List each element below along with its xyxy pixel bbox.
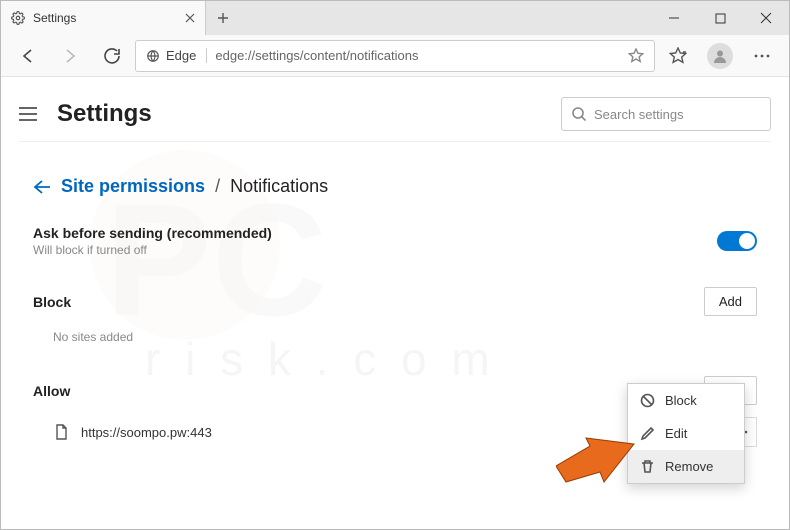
ask-title: Ask before sending (recommended)	[33, 225, 272, 241]
favorites-button[interactable]	[659, 37, 697, 75]
more-menu-button[interactable]	[743, 37, 781, 75]
menu-item-remove[interactable]: Remove	[628, 450, 744, 483]
ask-subtitle: Will block if turned off	[33, 243, 272, 257]
site-context-menu: Block Edit Remove	[627, 383, 745, 484]
divider	[19, 141, 771, 142]
tab-title: Settings	[33, 11, 76, 25]
browser-tab-settings[interactable]: Settings	[1, 1, 206, 35]
maximize-button[interactable]	[697, 1, 743, 35]
ask-before-sending-section: Ask before sending (recommended) Will bl…	[33, 219, 757, 263]
new-tab-button[interactable]	[206, 1, 240, 35]
menu-item-edit[interactable]: Edit	[628, 417, 744, 450]
search-settings-input[interactable]: Search settings	[561, 97, 771, 131]
address-bar[interactable]: Edge edge://settings/content/notificatio…	[135, 40, 655, 72]
ask-toggle[interactable]	[717, 231, 757, 251]
url-text: edge://settings/content/notifications	[215, 48, 418, 63]
close-tab-icon[interactable]	[185, 13, 195, 23]
back-arrow-icon[interactable]	[33, 180, 51, 194]
page-title: Settings	[57, 100, 545, 128]
breadcrumb-current: Notifications	[230, 176, 328, 197]
block-empty-text: No sites added	[33, 322, 757, 352]
favorite-icon[interactable]	[628, 48, 644, 64]
trash-icon	[640, 459, 655, 474]
document-icon	[53, 424, 69, 440]
titlebar: Settings	[1, 1, 789, 35]
site-identity: Edge	[146, 48, 207, 63]
breadcrumb-sep: /	[215, 176, 220, 197]
breadcrumb: Site permissions / Notifications	[33, 176, 757, 197]
close-window-button[interactable]	[743, 1, 789, 35]
profile-button[interactable]	[701, 37, 739, 75]
browser-toolbar: Edge edge://settings/content/notificatio…	[1, 35, 789, 77]
allowed-site-row: https://soompo.pw:443	[33, 418, 212, 446]
minimize-button[interactable]	[651, 1, 697, 35]
block-section: Block Add No sites added	[33, 281, 757, 352]
hamburger-menu-button[interactable]	[19, 107, 41, 121]
annotation-arrow	[556, 424, 636, 484]
forward-button[interactable]	[51, 37, 89, 75]
block-icon	[640, 393, 655, 408]
block-title: Block	[33, 294, 71, 310]
gear-icon	[11, 11, 25, 25]
edit-icon	[640, 426, 655, 441]
back-button[interactable]	[9, 37, 47, 75]
breadcrumb-parent-link[interactable]: Site permissions	[61, 176, 205, 197]
window-controls	[651, 1, 789, 35]
refresh-button[interactable]	[93, 37, 131, 75]
menu-item-block[interactable]: Block	[628, 384, 744, 417]
allow-title: Allow	[33, 383, 70, 399]
block-add-button[interactable]: Add	[704, 287, 757, 316]
allowed-site-url: https://soompo.pw:443	[81, 425, 212, 440]
search-placeholder: Search settings	[594, 107, 684, 122]
